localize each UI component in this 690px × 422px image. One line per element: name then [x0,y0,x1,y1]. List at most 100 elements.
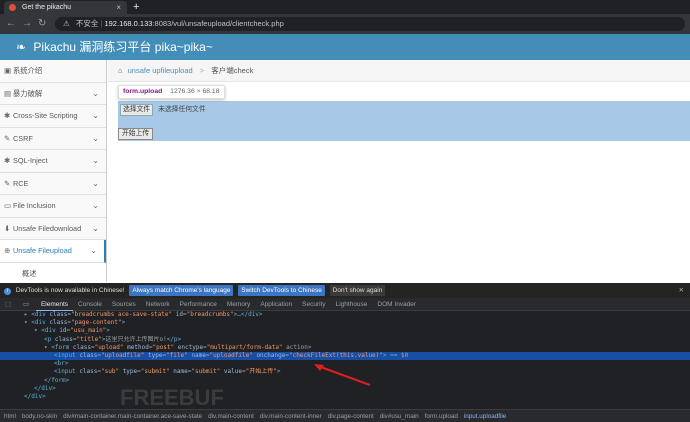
sidebar-item-label: SQL-Inject [13,156,48,165]
sidebar-item[interactable]: ✎ CSRF ⌄ [0,127,106,150]
back-icon[interactable]: ← [6,17,16,31]
red-arrow-annotation [314,364,371,386]
file-input[interactable]: 选择文件 未选择任何文件 [120,104,206,116]
dom-node-text: ▾ <form class="upload" method="post" enc… [44,343,312,351]
dom-node-line[interactable]: ▾ <div class="page-content"> [0,319,690,327]
sidebar-item-label: Cross-Site Scripting [13,111,78,120]
sidebar-item[interactable]: 概述 [0,262,106,285]
wrench-icon: ✎ [4,178,11,188]
dom-breadcrumb-bar: html body.no-skin div#main-container.main-… [0,409,690,422]
choose-file-button[interactable]: 选择文件 [120,104,154,116]
browser-tab-bar: Get the pikachu × + [0,0,690,14]
site-header: ❧ Pikachu 漏洞练习平台 pika~pika~ [0,34,690,60]
upload-submit-button[interactable]: 开始上传 [118,128,154,140]
sidebar-item-label: File Inclusion [13,201,56,210]
chevron-down-icon[interactable]: ⌄ [90,240,97,262]
security-label: 不安全 [75,19,99,28]
site-title[interactable]: Pikachu 漏洞练习平台 pika~pika~ [33,40,212,54]
url-host: 192.168.0.133 [104,19,153,28]
dom-crumb[interactable]: div#main-container.main-container.ace-sa… [63,413,202,420]
devtools-info-text: DevTools is now available in Chinese! [15,287,125,294]
sidebar-item-label: Unsafe Filedownload [13,223,82,233]
close-tab-icon[interactable]: × [116,1,121,14]
info-icon: i [4,288,11,295]
switch-to-chinese-button[interactable]: Switch DevTools to Chinese [238,285,325,296]
dom-node-line[interactable]: ▾ <form class="upload" method="post" enc… [0,344,690,352]
sidebar-item[interactable]: ▤ 暴力破解 ⌄ [0,82,106,105]
sidebar-item-label: Unsafe Fileupload [13,246,72,255]
dom-crumb[interactable]: div#usu_main [380,413,419,420]
dom-node-line[interactable]: <input class="uploadfile" type="file" na… [0,351,690,361]
devtools-tab[interactable]: Lighthouse [331,298,373,311]
devtools-tab[interactable]: Console [73,298,107,311]
new-tab-icon[interactable]: + [133,0,139,14]
dom-node-text: </form> [44,376,70,384]
sidebar-item-label: 系统介绍 [13,66,43,75]
dom-crumb[interactable]: input.uploadfile [464,413,506,420]
dom-node-line[interactable]: ▸ <div class="breadcrumbs ace-save-state… [0,311,690,319]
chevron-down-icon[interactable]: ⌄ [92,128,99,150]
sidebar-item[interactable]: ▭ File Inclusion ⌄ [0,195,106,218]
sidebar-item-label: 暴力破解 [13,88,43,98]
dom-crumb[interactable]: body.no-skin [22,413,57,420]
home-icon[interactable]: ⌂ [118,66,123,75]
breadcrumb: ⌂ unsafe upfileupload > 客户端check [108,60,690,82]
download-icon: ⬇ [4,223,11,233]
sidebar-item[interactable]: ✱ Cross-Site Scripting ⌄ [0,105,106,128]
chevron-down-icon[interactable]: ⌄ [92,195,99,217]
devtools-tab[interactable]: Sources [107,298,141,311]
tooltip-element-size: 1276.36 × 68.18 [170,88,220,95]
tab-title: Get the pikachu [22,4,72,11]
dom-node-text: <input class="uploadfile" type="file" na… [54,351,409,359]
devtools-tab[interactable]: Security [297,298,330,311]
elements-panel: ▸ <div class="breadcrumbs ace-save-state… [0,311,690,409]
bug-icon: ✱ [4,156,11,165]
chevron-down-icon[interactable]: ⌄ [92,83,99,105]
sidebar-item-label: 概述 [22,268,37,278]
always-match-language-button[interactable]: Always match Chrome's language [129,285,234,296]
devtools-info-bar: i DevTools is now available in Chinese! … [0,283,690,298]
devtools-tab[interactable]: Application [255,298,297,311]
chevron-down-icon[interactable]: ⌄ [92,150,99,172]
chevron-down-icon[interactable]: ⌄ [92,173,99,195]
dom-node-line[interactable]: </div> [0,393,690,401]
sidebar: ▣ 系统介绍 ▤ 暴力破解 ⌄ ✱ Cross-Site Scripting ⌄ ✎ CSRF ⌄ ✱… [0,60,107,285]
dom-crumb[interactable]: html [4,413,16,420]
dom-node-text: ▾ <div id="usu_main"> [34,327,110,335]
sidebar-item[interactable]: ✎ RCE ⌄ [0,172,106,195]
inspect-icon[interactable]: ⬚ [0,298,16,311]
sidebar-item[interactable]: ✱ SQL-Inject ⌄ [0,150,106,173]
dom-crumb[interactable]: div.main-content [208,413,254,420]
dom-crumb[interactable]: form.upload [425,413,458,420]
chevron-down-icon[interactable]: ⌄ [92,218,99,240]
breadcrumb-link[interactable]: unsafe upfileupload [128,66,193,75]
browser-tab[interactable]: Get the pikachu × [4,1,127,14]
dom-crumb[interactable]: div.main-content-inner [260,413,322,420]
devtools-tab[interactable]: Network [141,298,175,311]
bug-icon: ✱ [4,111,11,120]
chevron-down-icon[interactable]: ⌄ [92,105,99,127]
dom-node-text: ▸ <div class="breadcrumbs ace-save-state… [24,311,263,318]
url-input[interactable]: ⚠ 不安全 | 192.168.0.133:8083/vul/unsafeupl… [55,17,685,31]
dom-node-line[interactable]: <p class="title">这里只允许上传图片o!</p> [0,336,690,344]
device-toggle-icon[interactable]: ▭ [18,298,34,311]
sidebar-item[interactable]: ⬇ Unsafe Filedownload ⌄ [0,217,106,240]
close-icon[interactable]: ✕ [679,283,684,298]
devtools-tab[interactable]: Performance [175,298,222,311]
warning-icon[interactable]: ⚠ [63,19,70,28]
dom-node-text: <br> [54,360,69,368]
tooltip-element-name: form.upload [123,88,163,95]
dom-node-line[interactable]: ▾ <div id="usu_main"> [0,327,690,335]
sidebar-item[interactable]: ▣ 系统介绍 [0,60,106,83]
reload-icon[interactable]: ↻ [38,17,46,31]
devtools-tab[interactable]: DOM Invader [372,298,421,311]
desktop-icon: ▣ [4,66,11,75]
devtools-tab[interactable]: Memory [222,298,255,311]
dom-crumb[interactable]: div.page-content [328,413,374,420]
dont-show-again-button[interactable]: Don't show again [329,285,386,296]
forward-icon[interactable]: → [22,17,32,31]
sidebar-item[interactable]: ⊕ Unsafe Fileupload ⌄ [0,240,106,263]
favicon-icon [9,4,16,11]
url-path: :8083/vul/unsafeupload/clientcheck.php [152,19,284,28]
upload-icon: ⊕ [4,246,11,255]
